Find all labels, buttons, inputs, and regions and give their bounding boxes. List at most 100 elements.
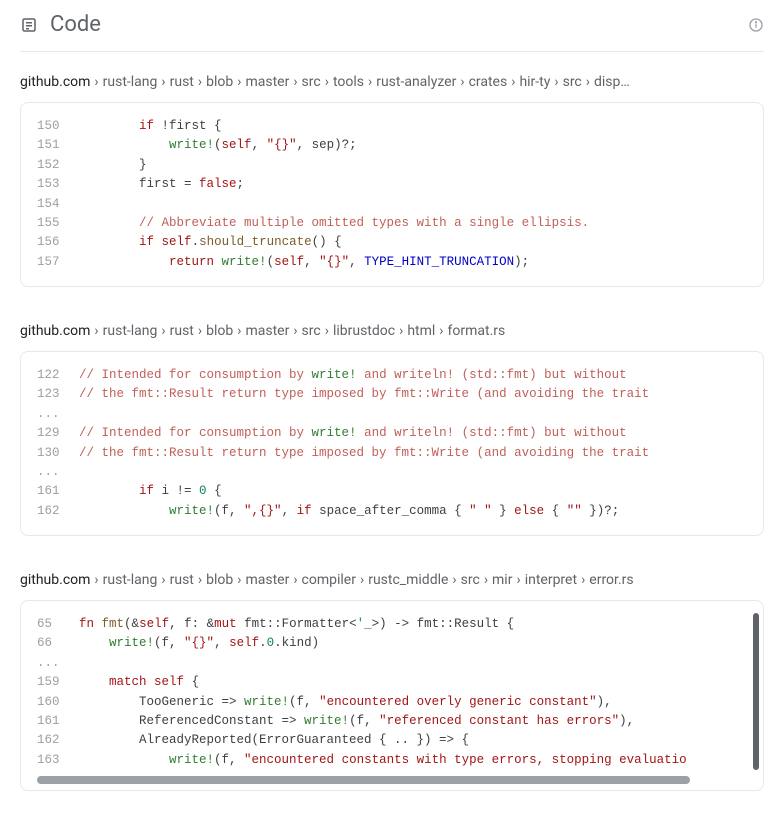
section-header: Code bbox=[20, 0, 764, 52]
breadcrumb-segment[interactable]: master bbox=[245, 572, 289, 588]
code-content: if self.should_truncate() { bbox=[79, 233, 747, 252]
chevron-right-icon: › bbox=[460, 74, 464, 90]
line-number: 65 bbox=[37, 615, 79, 634]
breadcrumb-domain[interactable]: github.com bbox=[20, 323, 90, 339]
breadcrumb-segment[interactable]: src bbox=[461, 572, 480, 588]
code-content: write!(f, "{}", self.0.kind) bbox=[79, 634, 747, 653]
code-content: AlreadyReported(ErrorGuaranteed { .. }) … bbox=[79, 731, 747, 750]
line-number: 122 bbox=[37, 366, 79, 385]
code-icon bbox=[20, 16, 38, 34]
code-line: 160 TooGeneric => write!(f, "encountered… bbox=[37, 693, 747, 712]
breadcrumb-segment[interactable]: master bbox=[245, 74, 289, 90]
search-result: github.com›rust-lang›rust›blob›master›sr… bbox=[20, 74, 764, 287]
chevron-right-icon: › bbox=[581, 572, 585, 588]
line-number: 130 bbox=[37, 444, 79, 463]
line-number: 157 bbox=[37, 253, 79, 272]
breadcrumb-segment[interactable]: blob bbox=[206, 572, 233, 588]
chevron-right-icon: › bbox=[198, 74, 202, 90]
scrollbar-vertical[interactable] bbox=[753, 613, 759, 770]
code-snippet[interactable]: 65fn fmt(&self, f: &mut fmt::Formatter<'… bbox=[20, 600, 764, 791]
breadcrumb-segment[interactable]: rust-lang bbox=[103, 572, 158, 588]
breadcrumb-segment[interactable]: disp… bbox=[594, 74, 630, 90]
code-content: write!(f, "encountered constants with ty… bbox=[79, 751, 747, 770]
code-content: if !first { bbox=[79, 117, 747, 136]
chevron-right-icon: › bbox=[237, 74, 241, 90]
code-content bbox=[79, 405, 747, 424]
chevron-right-icon: › bbox=[293, 572, 297, 588]
line-number: 151 bbox=[37, 136, 79, 155]
chevron-right-icon: › bbox=[161, 572, 165, 588]
search-result: github.com›rust-lang›rust›blob›master›co… bbox=[20, 572, 764, 791]
breadcrumb-segment[interactable]: rust-lang bbox=[103, 74, 158, 90]
breadcrumb-segment[interactable]: rust bbox=[170, 323, 194, 339]
code-content bbox=[79, 654, 747, 673]
code-content: // Abbreviate multiple omitted types wit… bbox=[79, 214, 747, 233]
code-line: 162 write!(f, ",{}", if space_after_comm… bbox=[37, 502, 747, 521]
line-number: 129 bbox=[37, 424, 79, 443]
chevron-right-icon: › bbox=[293, 323, 297, 339]
code-line: ... bbox=[37, 463, 747, 482]
breadcrumb-segment[interactable]: blob bbox=[206, 74, 233, 90]
chevron-right-icon: › bbox=[484, 572, 488, 588]
chevron-right-icon: › bbox=[94, 572, 98, 588]
chevron-right-icon: › bbox=[452, 572, 456, 588]
breadcrumb-segment[interactable]: rust bbox=[170, 572, 194, 588]
line-number: 156 bbox=[37, 233, 79, 252]
code-line: 154 bbox=[37, 195, 747, 214]
breadcrumb-segment[interactable]: hir-ty bbox=[519, 74, 550, 90]
chevron-right-icon: › bbox=[161, 74, 165, 90]
breadcrumb-segment[interactable]: librustdoc bbox=[333, 323, 395, 339]
code-content: } bbox=[79, 156, 747, 175]
breadcrumb-segment[interactable]: html bbox=[407, 323, 435, 339]
chevron-right-icon: › bbox=[293, 74, 297, 90]
breadcrumb-segment[interactable]: error.rs bbox=[589, 572, 633, 588]
breadcrumb-segment[interactable]: interpret bbox=[525, 572, 577, 588]
breadcrumb-segment[interactable]: rustc_middle bbox=[368, 572, 448, 588]
line-number: 162 bbox=[37, 502, 79, 521]
breadcrumb-segment[interactable]: master bbox=[245, 323, 289, 339]
breadcrumb-segment[interactable]: format.rs bbox=[448, 323, 506, 339]
breadcrumb-segment[interactable]: tools bbox=[333, 74, 364, 90]
breadcrumb[interactable]: github.com›rust-lang›rust›blob›master›sr… bbox=[20, 323, 764, 339]
line-number: 150 bbox=[37, 117, 79, 136]
code-content: // the fmt::Result return type imposed b… bbox=[79, 444, 747, 463]
chevron-right-icon: › bbox=[237, 572, 241, 588]
breadcrumb-segment[interactable]: rust bbox=[170, 74, 194, 90]
breadcrumb-segment[interactable]: compiler bbox=[302, 572, 356, 588]
code-content: fn fmt(&self, f: &mut fmt::Formatter<'_>… bbox=[79, 615, 747, 634]
code-content: ReferencedConstant => write!(f, "referen… bbox=[79, 712, 747, 731]
line-number: ... bbox=[37, 654, 79, 673]
code-snippet[interactable]: 122// Intended for consumption by write!… bbox=[20, 351, 764, 536]
breadcrumb-segment[interactable]: rust-lang bbox=[103, 323, 158, 339]
breadcrumb-segment[interactable]: crates bbox=[469, 74, 508, 90]
code-line: ... bbox=[37, 405, 747, 424]
code-line: 129// Intended for consumption by write!… bbox=[37, 424, 747, 443]
chevron-right-icon: › bbox=[439, 323, 443, 339]
scrollbar-horizontal[interactable] bbox=[37, 776, 690, 784]
breadcrumb-segment[interactable]: src bbox=[302, 74, 321, 90]
search-result: github.com›rust-lang›rust›blob›master›sr… bbox=[20, 323, 764, 536]
breadcrumb-domain[interactable]: github.com bbox=[20, 74, 90, 90]
breadcrumb[interactable]: github.com›rust-lang›rust›blob›master›sr… bbox=[20, 74, 764, 90]
code-line: 151 write!(self, "{}", sep)?; bbox=[37, 136, 747, 155]
code-content: match self { bbox=[79, 673, 747, 692]
breadcrumb-domain[interactable]: github.com bbox=[20, 572, 90, 588]
code-line: 123// the fmt::Result return type impose… bbox=[37, 385, 747, 404]
code-line: ... bbox=[37, 654, 747, 673]
code-line: 163 write!(f, "encountered constants wit… bbox=[37, 751, 747, 770]
code-line: 65fn fmt(&self, f: &mut fmt::Formatter<'… bbox=[37, 615, 747, 634]
info-icon[interactable] bbox=[748, 17, 764, 33]
code-snippet[interactable]: 150 if !first {151 write!(self, "{}", se… bbox=[20, 102, 764, 287]
breadcrumb-segment[interactable]: src bbox=[302, 323, 321, 339]
chevron-right-icon: › bbox=[554, 74, 558, 90]
breadcrumb-segment[interactable]: rust-analyzer bbox=[376, 74, 456, 90]
breadcrumb-segment[interactable]: src bbox=[563, 74, 582, 90]
breadcrumb[interactable]: github.com›rust-lang›rust›blob›master›co… bbox=[20, 572, 764, 588]
code-line: 159 match self { bbox=[37, 673, 747, 692]
chevron-right-icon: › bbox=[586, 74, 590, 90]
breadcrumb-segment[interactable]: mir bbox=[492, 572, 512, 588]
code-line: 122// Intended for consumption by write!… bbox=[37, 366, 747, 385]
chevron-right-icon: › bbox=[161, 323, 165, 339]
breadcrumb-segment[interactable]: blob bbox=[206, 323, 233, 339]
code-line: 161 if i != 0 { bbox=[37, 482, 747, 501]
